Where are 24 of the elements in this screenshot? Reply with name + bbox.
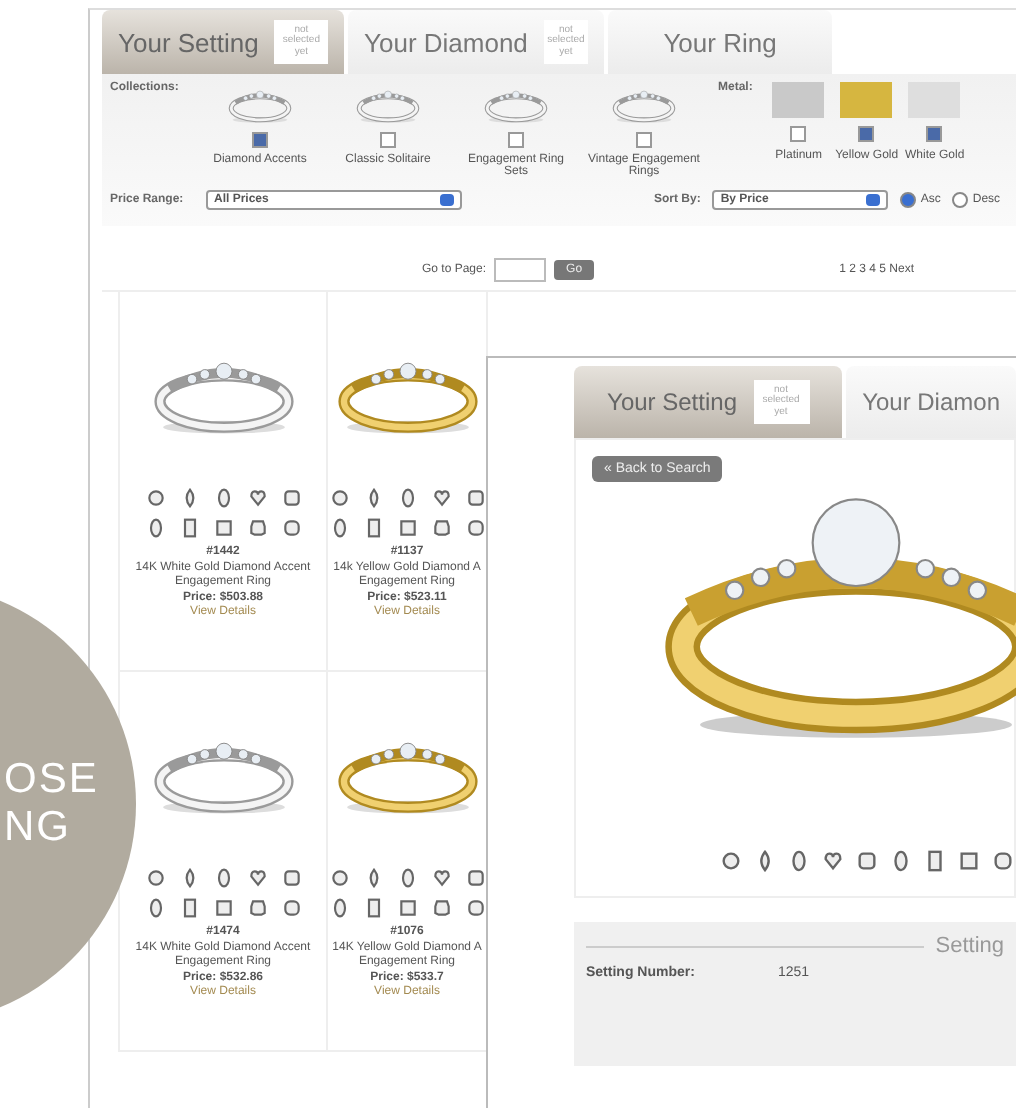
diamond-shape-icon[interactable] bbox=[754, 850, 776, 872]
checkbox[interactable] bbox=[636, 132, 652, 148]
radio-button[interactable] bbox=[900, 192, 917, 208]
diamond-shape-icon[interactable] bbox=[720, 850, 742, 872]
diamond-shape-icon[interactable] bbox=[788, 850, 810, 872]
checkbox[interactable] bbox=[926, 126, 943, 142]
diamond-shape-icon[interactable] bbox=[992, 850, 1014, 872]
diamond-shape-icon[interactable] bbox=[856, 850, 878, 872]
tab[interactable]: Your Ring bbox=[608, 10, 832, 74]
checkbox[interactable] bbox=[790, 126, 807, 142]
checkbox[interactable] bbox=[252, 132, 268, 148]
diamond-shape-icon[interactable] bbox=[958, 850, 980, 872]
checkbox[interactable] bbox=[380, 132, 396, 148]
checkbox[interactable] bbox=[508, 132, 524, 148]
tab[interactable]: Your Diamon bbox=[846, 366, 1016, 438]
panel-title: Setting bbox=[935, 934, 1004, 958]
diamond-shape-icon[interactable] bbox=[890, 850, 912, 872]
metal-swatch[interactable] bbox=[840, 82, 893, 118]
radio-button[interactable] bbox=[952, 192, 969, 208]
diamond-shape-icon[interactable] bbox=[822, 850, 844, 872]
diamond-shape-icon[interactable] bbox=[924, 850, 946, 872]
checkbox[interactable] bbox=[858, 126, 875, 142]
metal-swatch[interactable] bbox=[772, 82, 825, 118]
page-input[interactable] bbox=[494, 258, 547, 282]
